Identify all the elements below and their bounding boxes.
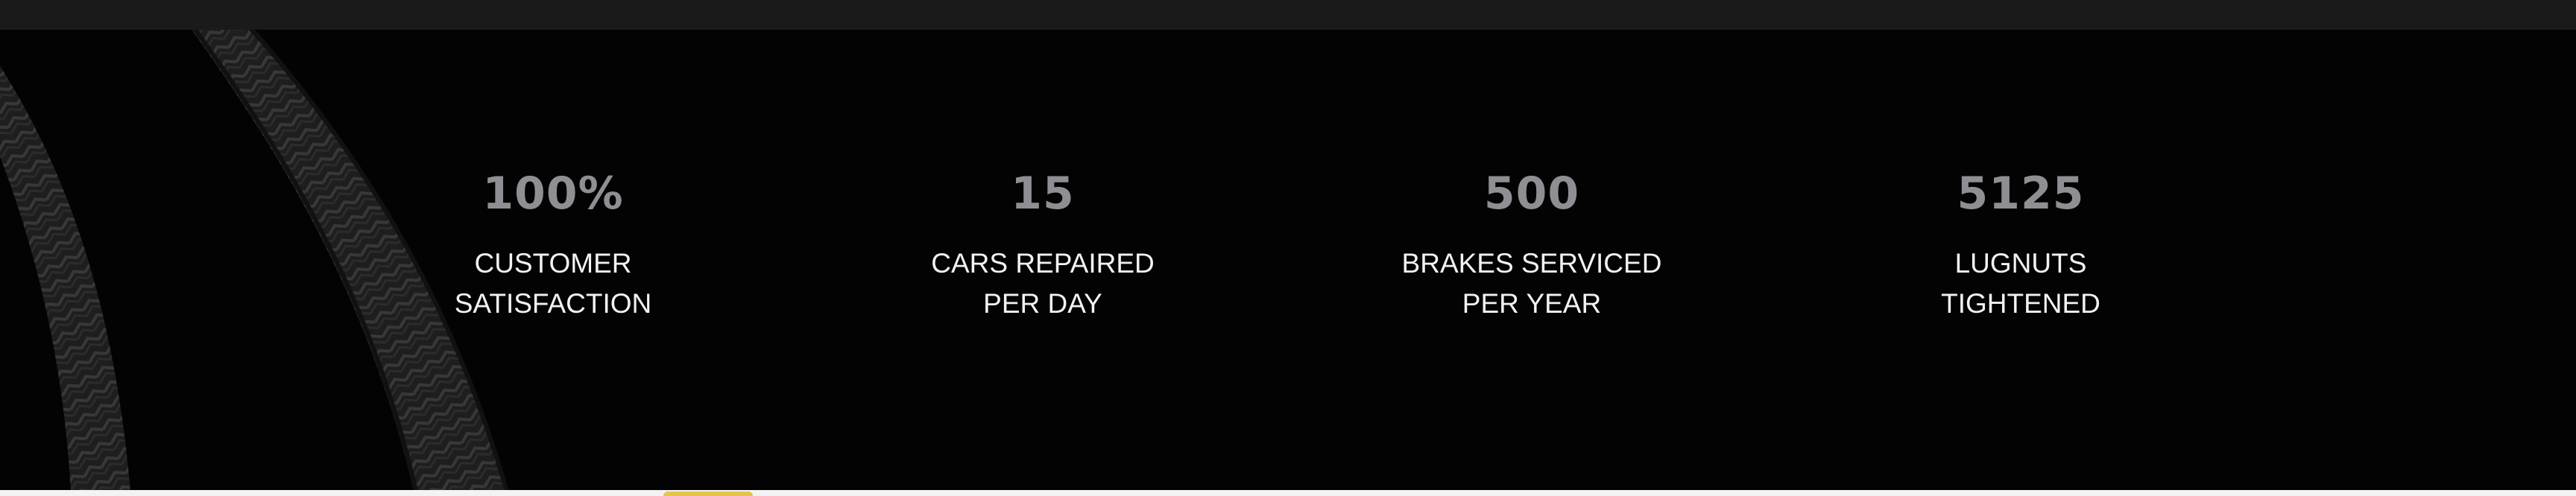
top-bar [0,0,2576,30]
stat-value: 500 [1483,168,1580,220]
stat-value: 15 [1011,168,1075,220]
stat-lugnuts-tightened: 5125 LUGNUTS TIGHTENED [1864,160,2177,324]
stat-label: CARS REPAIRED PER DAY [886,244,1199,324]
stat-label-line: PER DAY [983,288,1102,319]
stat-label-line: SATISFACTION [454,288,652,319]
stat-label: CUSTOMER SATISFACTION [397,244,710,324]
stat-cars-repaired: 15 CARS REPAIRED PER DAY [886,160,1199,324]
stat-brakes-serviced: 500 BRAKES SERVICED PER YEAR [1375,160,1688,324]
stat-label-line: CUSTOMER [474,248,632,279]
next-section-accent [663,492,753,496]
stat-value: 5125 [1957,168,2085,220]
stat-value: 100% [482,168,624,220]
stat-label: BRAKES SERVICED PER YEAR [1375,244,1688,324]
stat-label-line: LUGNUTS [1954,248,2087,279]
stat-label-line: CARS REPAIRED [931,248,1155,279]
stat-label-line: BRAKES SERVICED [1401,248,1662,279]
stats-row: 100% CUSTOMER SATISFACTION 15 CARS REPAI… [0,160,2576,331]
next-section-edge [0,490,2576,496]
stats-section: 100% CUSTOMER SATISFACTION 15 CARS REPAI… [0,0,2576,496]
stat-label-line: PER YEAR [1462,288,1602,319]
stat-label: LUGNUTS TIGHTENED [1864,244,2177,324]
stat-label-line: TIGHTENED [1941,288,2100,319]
stat-customer-satisfaction: 100% CUSTOMER SATISFACTION [397,160,710,324]
